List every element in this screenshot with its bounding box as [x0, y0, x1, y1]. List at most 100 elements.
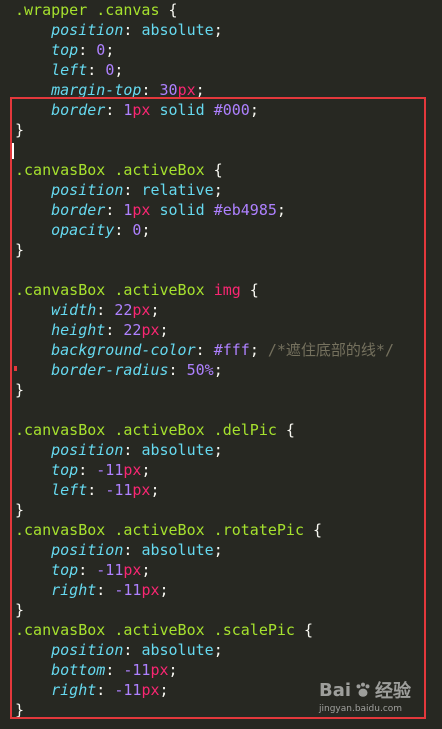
code-line[interactable]: opacity: 0;	[15, 220, 435, 240]
code-line[interactable]: .canvasBox .activeBox img {	[15, 280, 435, 300]
code-line[interactable]: }	[15, 600, 435, 620]
code-token: px	[141, 681, 160, 699]
code-line[interactable]: }	[15, 120, 435, 140]
code-token: px	[177, 81, 196, 99]
code-token: :	[78, 561, 97, 579]
code-token: .canvasBox .activeBox	[15, 161, 205, 179]
code-token: opacity	[51, 221, 115, 239]
code-line[interactable]: .wrapper .canvas {	[15, 0, 435, 20]
code-line[interactable]: position: absolute;	[15, 440, 435, 460]
code-token: ;	[159, 581, 169, 599]
code-token: .canvasBox .activeBox .delPic	[15, 421, 277, 439]
code-line[interactable]: .canvasBox .activeBox .scalePic {	[15, 620, 435, 640]
code-token: border-radius	[51, 361, 169, 379]
code-token: ;	[141, 561, 151, 579]
code-token: :	[123, 541, 142, 559]
code-line[interactable]: position: relative;	[15, 180, 435, 200]
code-token: px	[123, 561, 142, 579]
code-token: top	[51, 461, 79, 479]
code-line[interactable]: position: absolute;	[15, 640, 435, 660]
code-token: ;	[150, 301, 160, 319]
code-token: left	[51, 481, 88, 499]
code-line[interactable]: }	[15, 240, 435, 260]
code-token: #eb4985	[213, 201, 277, 219]
annotation-marker	[14, 366, 17, 371]
code-token: ;	[213, 361, 223, 379]
code-token: margin-top	[51, 81, 142, 99]
code-line[interactable]: border: 1px solid #eb4985;	[15, 200, 435, 220]
code-line[interactable]: border: 1px solid #000;	[15, 100, 435, 120]
code-line[interactable]	[15, 260, 435, 280]
code-token: {	[240, 281, 259, 299]
code-token: height	[51, 321, 106, 339]
code-line[interactable]: .canvasBox .activeBox .delPic {	[15, 420, 435, 440]
code-line[interactable]: height: 22px;	[15, 320, 435, 340]
text-cursor	[12, 143, 14, 159]
code-token: }	[15, 501, 25, 519]
code-line[interactable]: top: -11px;	[15, 460, 435, 480]
code-token: :	[78, 41, 97, 59]
watermark: Bai 经验 jingyan.baidu.com	[319, 677, 414, 717]
code-area[interactable]: .wrapper .canvas { position: absolute; t…	[15, 0, 435, 720]
code-token: 30	[159, 81, 178, 99]
code-token: px	[132, 101, 151, 119]
code-token: /*遮住底部的线*/	[267, 341, 394, 359]
code-token: :	[78, 461, 97, 479]
code-token: :	[123, 441, 142, 459]
code-line[interactable]: left: -11px;	[15, 480, 435, 500]
code-token: :	[96, 301, 115, 319]
watermark-brand: Bai	[319, 679, 352, 701]
code-token: position	[51, 441, 124, 459]
code-token: relative	[141, 181, 214, 199]
code-line[interactable]: }	[15, 500, 435, 520]
code-token: :	[141, 81, 160, 99]
code-token: :	[123, 641, 142, 659]
code-token: 50%	[186, 361, 214, 379]
code-line[interactable]: width: 22px;	[15, 300, 435, 320]
code-token: ;	[276, 201, 286, 219]
code-token: ;	[168, 661, 178, 679]
code-line[interactable]	[15, 140, 435, 160]
code-line[interactable]: right: -11px;	[15, 580, 435, 600]
code-line[interactable]	[15, 400, 435, 420]
code-line[interactable]: .canvasBox .activeBox .rotatePic {	[15, 520, 435, 540]
code-token: absolute	[141, 441, 214, 459]
code-token: :	[87, 481, 106, 499]
code-token: solid	[150, 201, 214, 219]
code-token: ;	[159, 321, 169, 339]
code-token: :	[123, 181, 142, 199]
code-token: }	[15, 121, 25, 139]
code-line[interactable]: border-radius: 50%;	[15, 360, 435, 380]
code-token: px	[132, 481, 151, 499]
code-line[interactable]: }	[15, 380, 435, 400]
code-line[interactable]: top: 0;	[15, 40, 435, 60]
code-token: -11	[105, 481, 133, 499]
code-editor[interactable]: .wrapper .canvas { position: absolute; t…	[0, 0, 442, 729]
code-token: ;	[159, 681, 169, 699]
code-line[interactable]: top: -11px;	[15, 560, 435, 580]
code-token: .canvasBox .activeBox .scalePic	[15, 621, 295, 639]
code-line[interactable]: left: 0;	[15, 60, 435, 80]
code-token: img	[213, 281, 241, 299]
code-token: absolute	[141, 541, 214, 559]
code-line[interactable]: position: absolute;	[15, 20, 435, 40]
code-line[interactable]: .canvasBox .activeBox {	[15, 160, 435, 180]
code-line[interactable]: position: absolute;	[15, 540, 435, 560]
code-token: -11	[96, 461, 124, 479]
code-line[interactable]: background-color: #fff; /*遮住底部的线*/	[15, 340, 435, 360]
code-line[interactable]: margin-top: 30px;	[15, 80, 435, 100]
code-token: position	[51, 21, 124, 39]
code-token: px	[150, 661, 169, 679]
code-token: {	[276, 421, 295, 439]
